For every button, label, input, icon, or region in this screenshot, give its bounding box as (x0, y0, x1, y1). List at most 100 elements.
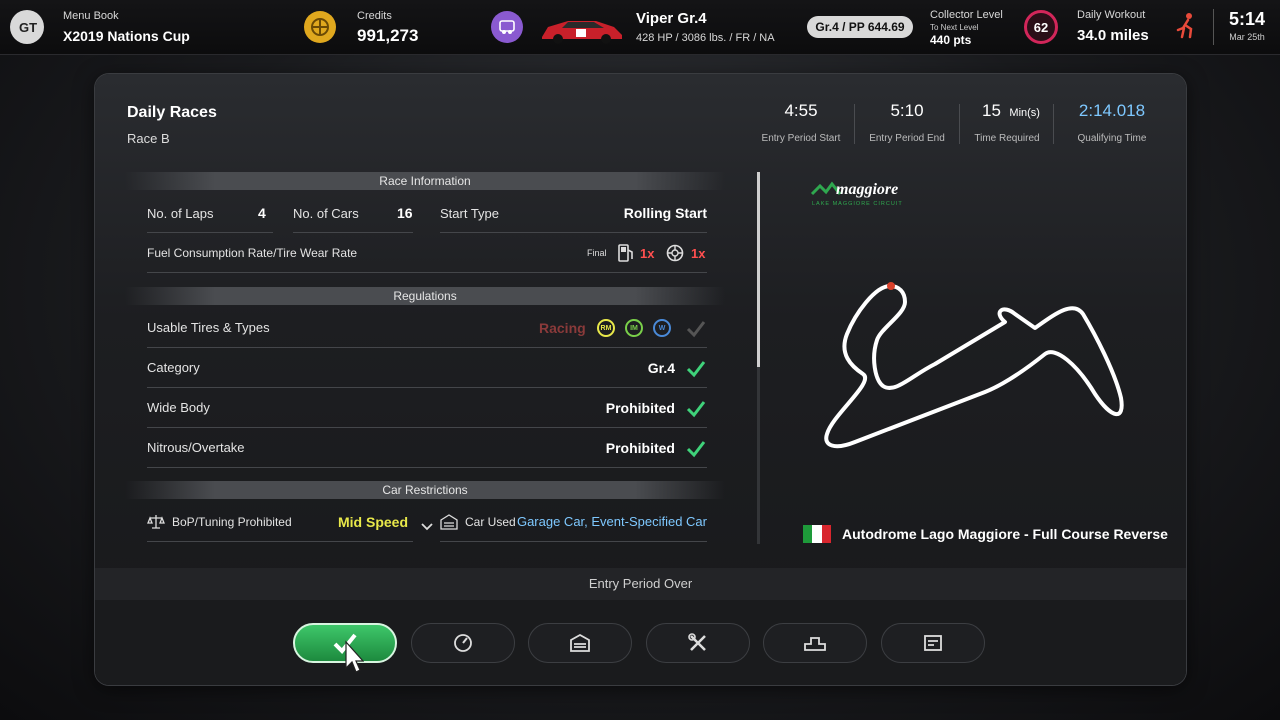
collector-sub: To Next Level (930, 23, 979, 32)
check-icon (686, 441, 706, 458)
workout-label: Daily Workout (1077, 9, 1146, 21)
button-bar (95, 600, 1186, 685)
category-label: Category (147, 360, 200, 375)
divider (854, 104, 855, 144)
tools-icon (688, 633, 706, 651)
time-required-label: Time Required (974, 133, 1040, 144)
divider (147, 347, 707, 348)
entry-end-label: Entry Period End (869, 133, 945, 144)
runner-icon (1175, 12, 1197, 40)
credits-label: Credits (357, 10, 392, 22)
gt-logo-icon[interactable]: GT (10, 10, 44, 44)
divider (147, 467, 707, 468)
menu-book-label: Menu Book (63, 10, 119, 22)
event-panel: Daily Races Race B 4:55 Entry Period Sta… (95, 74, 1186, 685)
garage-button[interactable] (528, 623, 632, 663)
collector-label: Collector Level (930, 9, 1003, 21)
entry-status: Entry Period Over (95, 568, 1186, 600)
nitrous-value: Prohibited (605, 440, 675, 456)
page-title: Daily Races (127, 104, 217, 121)
menu-book-value[interactable]: X2019 Nations Cup (63, 28, 190, 44)
widebody-value: Prohibited (605, 400, 675, 416)
credits-value: 991,273 (357, 26, 419, 45)
tire-type-rm: RM (597, 319, 615, 337)
collector-pts: 440 pts (930, 33, 972, 47)
time-required: 15 Min(s) (963, 101, 1059, 121)
track-logo-text: maggiore (836, 181, 898, 198)
chevron-down-icon[interactable] (421, 522, 433, 532)
time-required-value: 15 (982, 101, 1001, 120)
check-icon (686, 361, 706, 378)
podium-icon (804, 637, 826, 651)
time-required-unit: Min(s) (1009, 107, 1040, 119)
start-type-label: Start Type (440, 206, 500, 221)
scrollbar[interactable] (757, 172, 760, 544)
final-label: Final (587, 248, 607, 258)
car-specs: 428 HP / 3086 lbs. / FR / NA (636, 32, 775, 44)
section-car-restrictions: Car Restrictions (125, 481, 725, 499)
collector-level-badge: 62 (1024, 10, 1058, 44)
qualifying-time-value: 2:14.018 (1078, 101, 1146, 120)
garage-icon (440, 514, 458, 530)
laps-value: 4 (258, 205, 266, 221)
track-logo: maggiore LAKE MAGGIORE CIRCUIT (810, 174, 930, 208)
track-logo-sub: LAKE MAGGIORE CIRCUIT (812, 201, 903, 207)
cars-label: No. of Cars (293, 206, 359, 221)
widebody-label: Wide Body (147, 400, 210, 415)
credits-icon (304, 11, 336, 43)
tire-icon (666, 244, 684, 262)
car-thumbnail[interactable] (538, 9, 626, 47)
divider (440, 232, 707, 233)
tire-type-w: W (653, 319, 671, 337)
tires-value: Racing (539, 320, 586, 336)
notes-button[interactable] (881, 623, 985, 663)
divider (147, 541, 413, 542)
clock-time: 5:14 (1228, 9, 1266, 29)
fuel-tire-label: Fuel Consumption Rate/Tire Wear Rate (147, 246, 358, 260)
gauge-icon (454, 634, 472, 652)
check-icon (686, 401, 706, 418)
workout-value: 34.0 miles (1077, 27, 1149, 44)
check-icon (686, 321, 706, 338)
cursor-icon (345, 640, 364, 673)
start-type-value: Rolling Start (623, 205, 707, 221)
bop-value: Mid Speed (338, 514, 409, 530)
podium-button[interactable] (763, 623, 867, 663)
qualifying-time-label: Qualifying Time (1077, 133, 1147, 144)
tuning-button[interactable] (411, 623, 515, 663)
cars-value: 16 (397, 205, 413, 221)
tire-type-im: IM (625, 319, 643, 337)
balance-scale-icon (147, 515, 165, 529)
divider (147, 272, 707, 273)
clock-date: Mar 25th (1229, 32, 1265, 42)
entry-start-value: 4:55 (784, 101, 818, 120)
track-name: Autodrome Lago Maggiore - Full Course Re… (842, 526, 1168, 542)
tire-rate: 1x (691, 246, 706, 261)
page-subtitle: Race B (127, 131, 170, 146)
scrollbar-thumb[interactable] (757, 172, 760, 367)
bop-label: BoP/Tuning Prohibited (172, 515, 292, 529)
tires-label: Usable Tires & Types (147, 320, 270, 335)
section-regulations: Regulations (125, 287, 725, 305)
section-race-information: Race Information (125, 172, 725, 190)
italy-flag-icon (803, 525, 831, 543)
divider (147, 427, 707, 428)
divider (147, 232, 273, 233)
car-pp-badge: Gr.4 / PP 644.69 (807, 16, 913, 38)
fuel-icon (617, 243, 635, 263)
divider (1213, 9, 1214, 45)
track-map (815, 274, 1135, 464)
divider (147, 387, 707, 388)
settings-button[interactable] (646, 623, 750, 663)
divider (293, 232, 413, 233)
nitrous-label: Nitrous/Overtake (147, 440, 245, 455)
car-name: Viper Gr.4 (636, 10, 707, 27)
top-bar: GT Menu Book X2019 Nations Cup Credits 9… (0, 0, 1280, 55)
entry-end-value: 5:10 (890, 101, 924, 120)
laps-label: No. of Laps (147, 206, 214, 221)
divider (440, 541, 707, 542)
notes-icon (924, 635, 942, 651)
car-used-value: Garage Car, Event-Specified Car (516, 514, 707, 529)
garage-car-icon[interactable] (491, 11, 523, 43)
garage-icon (570, 633, 590, 652)
